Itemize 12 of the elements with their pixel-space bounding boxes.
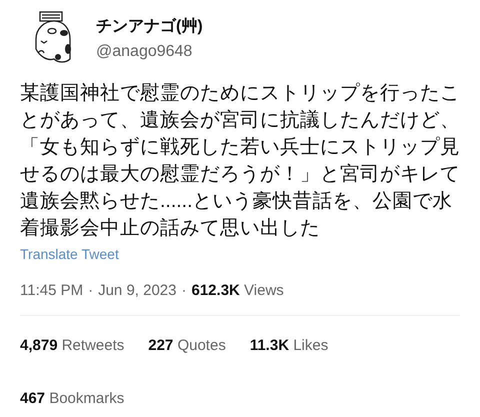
user-name[interactable]: チンアナゴ(艸) — [96, 16, 203, 36]
tweet-date: Jun 9, 2023 — [98, 282, 176, 299]
separator-dot: · — [88, 282, 94, 299]
stat-link[interactable]: 11.3K Likes — [250, 337, 328, 354]
stat-link[interactable]: 227 Quotes — [148, 337, 226, 354]
separator-dot: · — [182, 282, 186, 299]
views-stat: 612.3K Views — [192, 282, 284, 299]
user-handle[interactable]: @anago9648 — [96, 42, 203, 60]
tweet-text: 某護国神社で慰霊のためにストリップを行ったことがあって、遺族会が宮司に抗議したんだけど、「女も知らずに戦死した若い兵士にストリップ見せるのは最大の慰霊だろうが！」と宮司がキレて遺族会黙らせた......という豪快昔話を、公園で水着撮影会中止の話みて思い出した — [20, 81, 461, 241]
tweet-time: 11:45 PM — [20, 282, 84, 299]
bookmarks-link[interactable]: 467 Bookmarks — [20, 390, 124, 407]
stat-link[interactable]: 4,879 Retweets — [20, 337, 124, 354]
